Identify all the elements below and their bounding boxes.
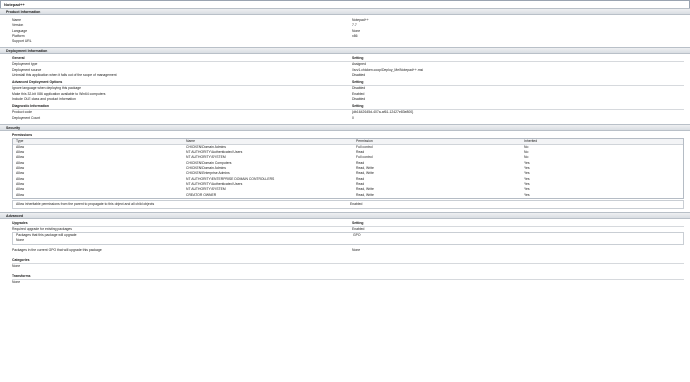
advanced-body: Upgrades Setting Required upgrade for exi…	[0, 220, 690, 232]
deployment-information-header[interactable]: Deployment Information	[0, 47, 690, 55]
general-group-header: General Setting	[12, 55, 684, 63]
deployment-information-body: General Setting Deployment type Assigned D…	[0, 55, 690, 123]
deployment-row: Uninstall this application when it falls…	[12, 73, 366, 78]
gpo-report-page: Notepad++ Product Information Name Notepa…	[0, 0, 690, 382]
package-title: Notepad++	[0, 0, 690, 8]
categories-title: Categories	[12, 257, 684, 265]
transforms-title: Transforms	[12, 273, 684, 281]
required-upgrade-row: Required upgrade for existing packages En…	[12, 226, 365, 231]
product-row-support-url: Support URL	[12, 39, 32, 44]
security-header[interactable]: Security	[0, 123, 690, 131]
upgrades-group-header: Upgrades Setting	[12, 220, 684, 227]
packages-will-upgrade-none: None	[16, 238, 25, 243]
diagnostic-group-header: Diagnostic Information Setting	[12, 103, 684, 111]
advanced-body-2: Packages in the current GPO that will up…	[0, 245, 690, 286]
deployment-row: Deployment Count 0	[12, 115, 354, 120]
transforms-value: None	[12, 280, 21, 285]
packages-will-upgrade-box: Packages that this package will upgrade G…	[12, 232, 684, 245]
permissions-table: Type Name Permission Inherited Allow CHIC…	[12, 137, 684, 199]
advanced-options-group-header: Advanced Deployment Options Setting	[12, 79, 684, 87]
product-information-header[interactable]: Product Information	[0, 8, 690, 15]
inherit-permissions-value: Enabled	[350, 201, 363, 206]
product-information-body: Name Notepad++ Version 7.7 Language None Pl…	[0, 15, 690, 47]
inherit-permissions-row: Allow inheritable permissions from the p…	[12, 199, 684, 209]
packages-will-upgrade-row: Packages that this package will upgrade G…	[16, 233, 361, 238]
advanced-header[interactable]: Advanced	[0, 211, 690, 219]
inherit-permissions-label: Allow inheritable permissions from the p…	[16, 201, 155, 206]
deployment-row: Include OLE class and product informatio…	[12, 96, 366, 101]
packages-in-gpo-row: Packages in the current GPO that will up…	[12, 247, 361, 252]
table-row: Allow CREATOR OWNER Read, Write Yes	[16, 192, 530, 197]
